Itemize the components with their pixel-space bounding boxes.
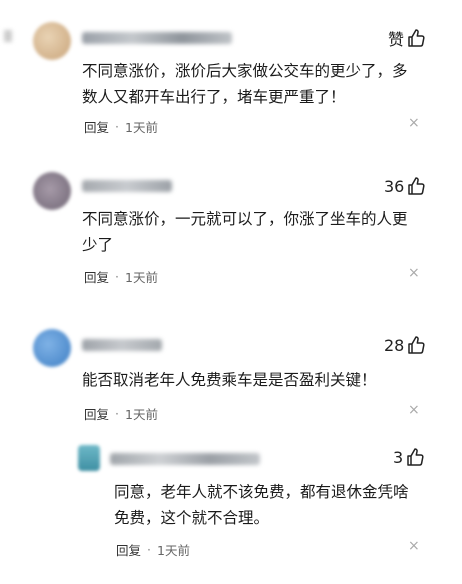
comment-item-1: 赞 不同意涨价，涨价后大家做公交车的更少了，多 数人又都开车出行了，堵车更严重了… [0,0,462,150]
like-label: 赞 [388,30,405,49]
comment-text-line: 能否取消老年人免费乘车是是否盈利关键！ [82,371,377,389]
avatar[interactable] [33,329,71,367]
comment-text: 不同意涨价，一元就可以了，你涨了坐车的人更 少了 [82,206,442,258]
reply-button[interactable]: 回复 [116,540,141,559]
comment-text-line: 数人又都开车出行了，堵车更严重了！ [82,88,346,106]
separator-dot: · [115,119,119,134]
like-count: 3 [393,447,404,467]
comment-item-2: 36 不同意涨价，一元就可以了，你涨了坐车的人更 少了 回复 · 1天前 × [0,150,462,305]
username-blurred[interactable] [82,339,162,351]
comment-item-3: 28 能否取消老年人免费乘车是是否盈利关键！ 回复 · 1天前 × [0,305,462,435]
like-button[interactable]: 赞 [388,26,426,50]
username-blurred[interactable] [110,453,260,465]
reply-button[interactable]: 回复 [84,267,109,286]
comment-text-line: 免费，这个就不合理。 [114,509,270,527]
avatar[interactable] [33,172,71,210]
close-icon[interactable]: × [408,115,420,131]
comment-meta: 回复 · 1天前 [84,267,158,286]
separator-dot: · [115,269,119,284]
comment-meta: 回复 · 1天前 [116,540,190,559]
timestamp: 1天前 [157,543,190,558]
avatar[interactable] [78,445,100,471]
separator-dot: · [115,406,119,421]
thumbs-up-icon [407,448,424,466]
comment-text-line: 不同意涨价，涨价后大家做公交车的更少了，多 [82,62,408,80]
comment-text: 能否取消老年人免费乘车是是否盈利关键！ [82,367,442,393]
comment-meta: 回复 · 1天前 [84,404,158,423]
like-count: 36 [384,176,405,196]
reply-button[interactable]: 回复 [84,117,109,136]
thumbs-up-icon [408,29,425,47]
comment-text-line: 少了 [82,236,114,254]
timestamp: 1天前 [125,270,158,285]
reply-item: 3 同意，老年人就不该免费，都有退休金凭啥 免费，这个就不合理。 回复 · 1天… [0,435,462,584]
avatar[interactable] [33,22,71,60]
like-button[interactable]: 36 [384,176,426,196]
thumbs-up-icon [408,336,425,354]
comment-text: 不同意涨价，涨价后大家做公交车的更少了，多 数人又都开车出行了，堵车更严重了！ [82,58,442,110]
comment-text-line: 不同意涨价，一元就可以了，你涨了坐车的人更 [82,210,408,228]
timestamp: 1天前 [125,407,158,422]
separator-dot: · [147,542,151,557]
username-blurred[interactable] [82,180,172,192]
comment-meta: 回复 · 1天前 [84,117,158,136]
close-icon[interactable]: × [408,402,420,418]
like-button[interactable]: 28 [384,335,426,355]
like-count: 28 [384,335,405,355]
like-button[interactable]: 3 [393,447,425,467]
username-blurred[interactable] [82,32,232,44]
timestamp: 1天前 [125,120,158,135]
comment-text-line: 同意，老年人就不该免费，都有退休金凭啥 [114,483,409,501]
reply-button[interactable]: 回复 [84,404,109,423]
close-icon[interactable]: × [408,265,420,281]
comment-text: 同意，老年人就不该免费，都有退休金凭啥 免费，这个就不合理。 [114,479,444,531]
close-icon[interactable]: × [408,538,420,554]
thumbs-up-icon [408,177,425,195]
